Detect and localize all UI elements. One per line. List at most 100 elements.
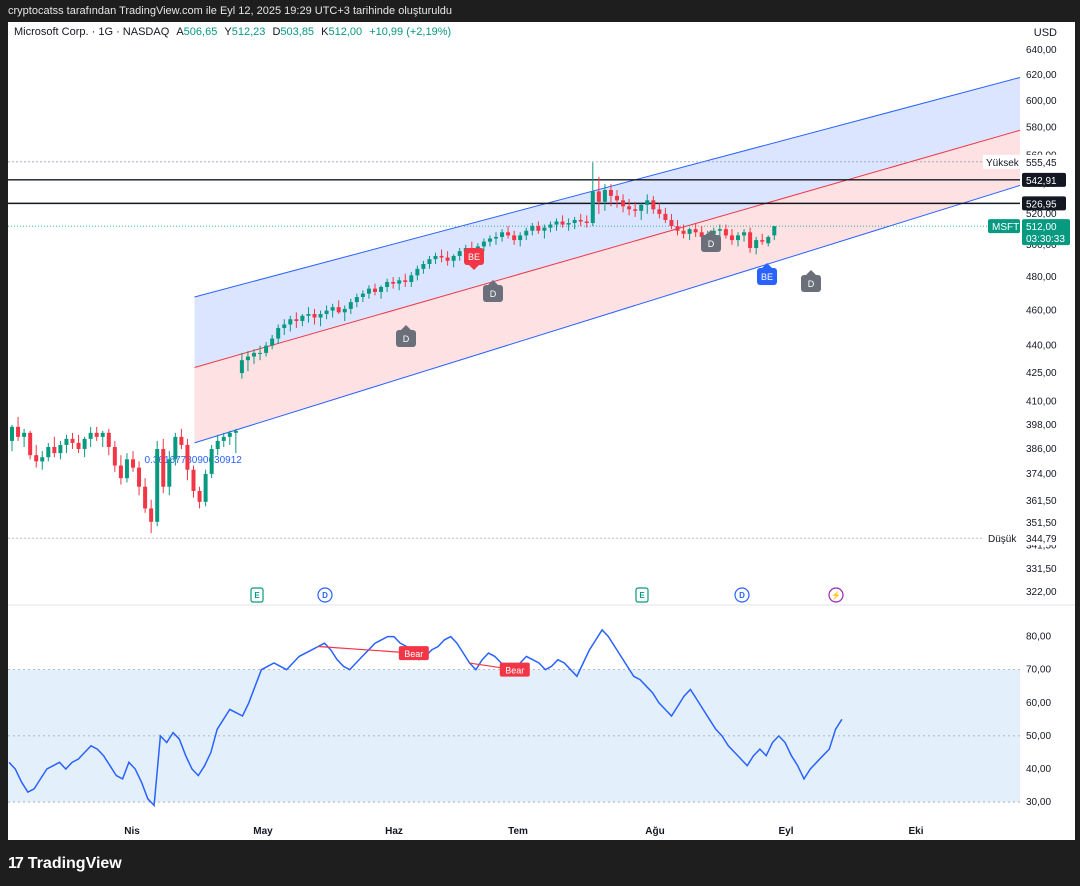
candle-body-56	[348, 302, 353, 309]
x-label-3: Tem	[508, 826, 528, 837]
candle-body-98	[602, 189, 607, 202]
candle-body-78	[481, 241, 486, 247]
candle-body-14	[94, 432, 99, 437]
candle-body-74	[457, 251, 462, 256]
change-value: +10,99 (+2,19%)	[369, 26, 452, 38]
chart-panel[interactable]: 322,00 331,50 341,50 351,50 361,50 374,00 386,…	[8, 22, 1075, 840]
candle-body-106	[651, 200, 656, 210]
last-price-value: 512,00	[1026, 222, 1057, 233]
symbol-tag: MSFT	[992, 222, 1019, 233]
candle-body-29	[185, 444, 190, 470]
marker-text-5: D	[808, 279, 815, 289]
candle-body-50	[312, 314, 317, 318]
marker-text-2: D	[490, 289, 497, 299]
candle-body-34	[215, 440, 220, 450]
price-tick-1: 331,50	[1026, 564, 1057, 575]
candle-body-16	[106, 432, 111, 447]
candle-body-86	[530, 226, 535, 231]
price-tick-6: 386,00	[1026, 444, 1057, 455]
rsi-tick-2: 50,00	[1026, 731, 1051, 742]
price-tick-20: 640,00	[1026, 45, 1057, 56]
bear-label-0: Bear	[404, 649, 423, 659]
channel-mid-line	[194, 129, 1021, 368]
marker-dividend-5: D	[801, 270, 821, 292]
event-text-4: ⚡	[831, 590, 841, 600]
bear-label-1: Bear	[505, 666, 524, 676]
candle-body-15	[100, 432, 105, 437]
tradingview-logo-icon: 17	[8, 855, 24, 872]
candle-body-126	[772, 226, 777, 236]
price-tick-10: 440,00	[1026, 341, 1057, 352]
price-tick-4: 361,50	[1026, 496, 1057, 507]
marker-text-0: BE	[468, 252, 480, 262]
x-label-2: Haz	[385, 826, 403, 837]
candle-body-47	[294, 319, 299, 321]
candle-body-37	[233, 430, 238, 433]
candle-body-19	[124, 459, 129, 479]
candle-body-99	[608, 189, 613, 196]
high-value: 512,23	[231, 26, 266, 38]
price-tick-12: 480,00	[1026, 272, 1057, 283]
currency-label[interactable]: USD	[1034, 27, 1057, 39]
candle-body-111	[681, 230, 686, 234]
candle-body-85	[524, 230, 529, 236]
price-tick-19: 620,00	[1026, 70, 1057, 81]
x-label-5: Eyl	[778, 826, 793, 837]
x-label-0: Nis	[124, 826, 140, 837]
candle-body-104	[639, 204, 644, 211]
candle-body-89	[548, 224, 553, 228]
event-text-1: D	[322, 591, 328, 600]
x-label-4: Ağu	[645, 826, 664, 837]
candle-body-43	[270, 338, 275, 346]
candle-body-46	[288, 319, 293, 325]
footer: 17 TradingView	[8, 852, 122, 876]
candle-body-24	[155, 449, 160, 522]
candle-body-1	[16, 426, 21, 437]
candle-body-42	[264, 345, 269, 353]
candle-body-121	[742, 232, 747, 236]
candle-body-83	[512, 235, 517, 241]
topbar: cryptocatss tarafından TradingView.com i…	[0, 0, 1080, 22]
candle-body-100	[615, 195, 619, 201]
candle-body-28	[179, 436, 184, 445]
candle-body-81	[500, 232, 505, 237]
candle-body-72	[445, 257, 450, 261]
candle-body-30	[191, 469, 196, 492]
candle-body-36	[227, 432, 232, 437]
candle-body-84	[518, 235, 523, 241]
candle-body-0	[10, 426, 14, 441]
candle-body-26	[167, 459, 172, 487]
marker-text-1: D	[403, 334, 410, 344]
candle-body-61	[379, 286, 384, 292]
candle-body-92	[566, 223, 571, 225]
candle-body-64	[397, 280, 402, 284]
candle-body-52	[324, 310, 329, 315]
price-tick-3: 351,50	[1026, 518, 1057, 529]
candle-body-12	[82, 438, 87, 450]
candle-body-33	[209, 449, 214, 474]
rsi-tick-1: 40,00	[1026, 764, 1051, 775]
candle-body-117	[717, 229, 722, 231]
candle-body-105	[645, 200, 650, 205]
candle-body-112	[687, 229, 692, 234]
price-tick-5: 374,00	[1026, 469, 1057, 480]
candle-body-44	[276, 327, 281, 339]
snapshot-caption: cryptocatss tarafından TradingView.com i…	[8, 5, 453, 17]
candle-body-32	[203, 473, 208, 502]
candle-body-95	[584, 221, 589, 224]
candle-body-103	[633, 209, 638, 211]
candle-body-55	[342, 308, 347, 313]
event-text-2: E	[639, 591, 645, 600]
event-text-0: E	[254, 591, 260, 600]
candle-body-48	[300, 315, 305, 321]
price-tick-14: 520,00	[1026, 209, 1057, 220]
candle-body-108	[663, 213, 668, 220]
candle-body-18	[118, 465, 123, 479]
candle-body-40	[252, 352, 256, 357]
candle-body-8	[58, 444, 63, 454]
candle-body-53	[330, 307, 335, 311]
chart-svg[interactable]: 322,00331,50341,50351,50361,50374,00386,…	[8, 22, 1075, 840]
candle-body-102	[627, 206, 632, 210]
candle-body-51	[318, 314, 323, 318]
candle-body-17	[112, 446, 117, 466]
